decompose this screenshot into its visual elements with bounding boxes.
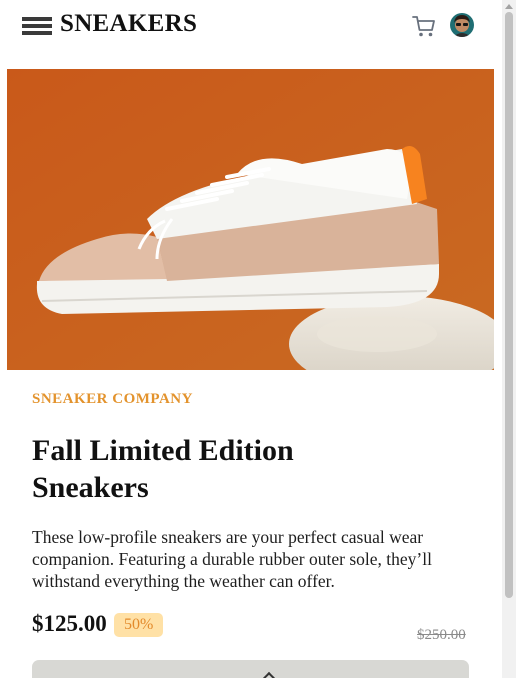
discount-badge: 50% bbox=[114, 613, 164, 637]
increment-icon[interactable] bbox=[261, 671, 277, 678]
brand-logo[interactable]: SNEAKERS bbox=[60, 10, 197, 38]
scrollbar-thumb[interactable] bbox=[505, 12, 513, 598]
product-page: SNEAKERS SNEAKER COMPANY Fall Limited Ed… bbox=[0, 0, 502, 678]
quantity-stepper[interactable] bbox=[32, 660, 469, 678]
sneaker-illustration bbox=[7, 69, 494, 370]
company-label: SNEAKER COMPANY bbox=[32, 391, 193, 407]
current-price: $125.00 bbox=[32, 611, 107, 636]
menu-icon[interactable] bbox=[22, 17, 52, 35]
cart-icon[interactable] bbox=[412, 14, 436, 38]
scrollbar[interactable] bbox=[502, 0, 516, 678]
product-image[interactable] bbox=[7, 69, 494, 370]
original-price: $250.00 bbox=[417, 627, 466, 643]
scroll-up-arrow-icon[interactable] bbox=[505, 4, 513, 9]
product-title: Fall Limited Edition Sneakers bbox=[32, 434, 294, 504]
avatar[interactable] bbox=[450, 13, 474, 37]
product-description: These low-profile sneakers are your perf… bbox=[32, 527, 432, 591]
top-navbar: SNEAKERS bbox=[0, 0, 502, 60]
